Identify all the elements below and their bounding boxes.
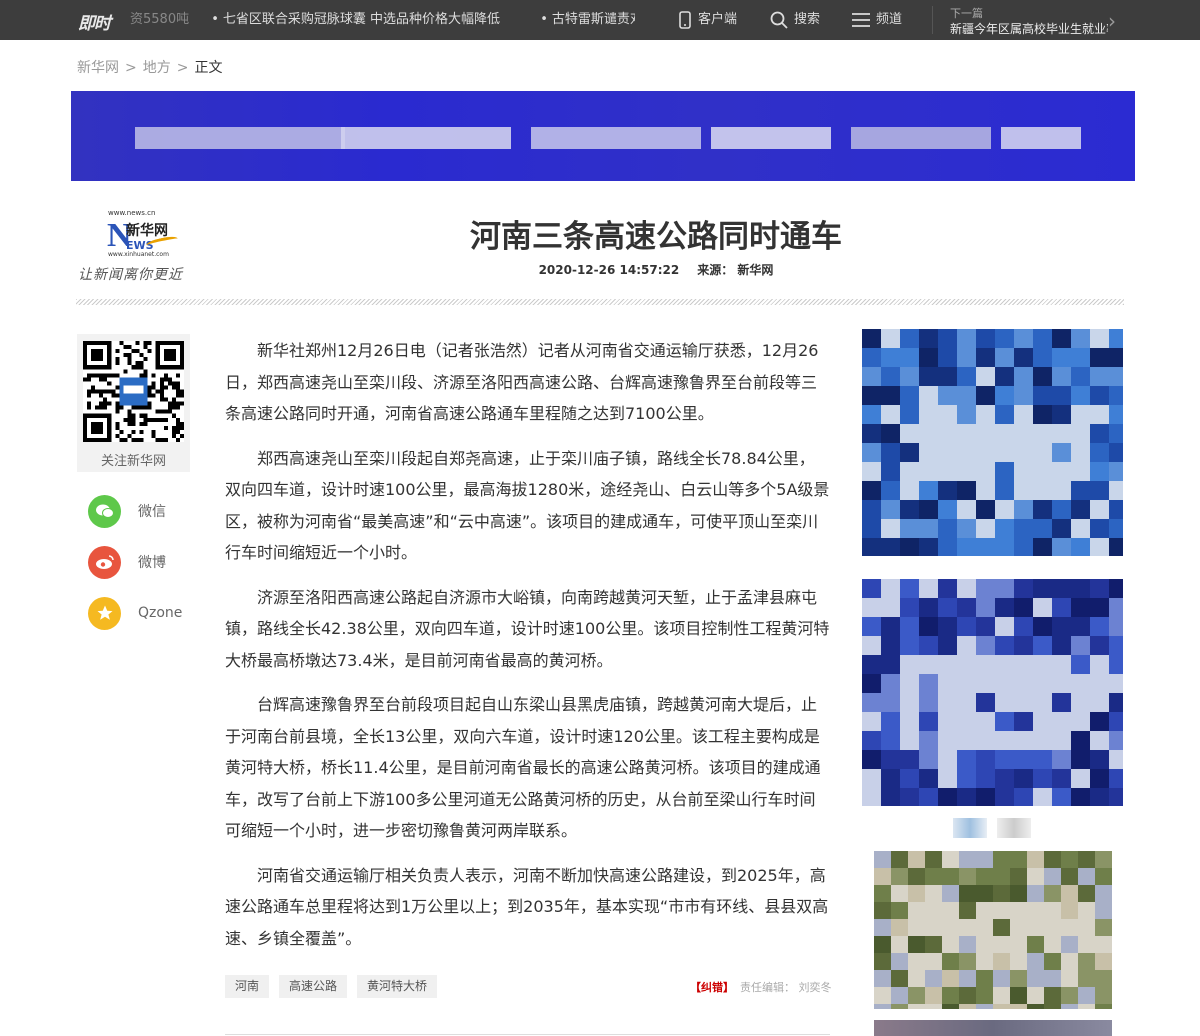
ticker-item[interactable]: 资5580吨 [130, 12, 189, 27]
next-article-label: 下一篇 [950, 7, 983, 20]
share-wechat[interactable]: 微信 [88, 494, 198, 528]
ticker-item[interactable]: •古特雷斯谴责对联合国驻 [540, 12, 635, 27]
share-qzone[interactable]: Qzone [88, 596, 198, 630]
side-photo[interactable] [874, 1020, 1112, 1036]
news-ticker: 资5580吨 •七省区联合采购冠脉球囊 中选品种价格大幅降低 •古特雷斯谴责对联… [130, 0, 635, 40]
channel-label: 频道 [876, 12, 903, 27]
breadcrumb: 新华网 > 地方 > 正文 [77, 60, 223, 76]
xinhua-logo[interactable]: www.news.cn N 新华网 EWS www.xinhuanet.com … [78, 209, 198, 284]
article-paragraph: 郑西高速尧山至栾川段起自郑尧高速，止于栾川庙子镇，路线全长78.84公里，双向四… [225, 448, 830, 563]
next-article-link[interactable]: 新疆今年区属高校毕业生就业率... [950, 20, 1108, 37]
menu-icon [852, 13, 870, 27]
qr-caption: 关注新华网 [100, 454, 166, 469]
article-paragraph: 台辉高速豫鲁界至台前段项目起自山东梁山县黑虎庙镇，跨越黄河南大堤后，止于河南台前… [225, 695, 821, 840]
share-label: 微博 [138, 555, 166, 571]
share-weibo[interactable]: 微博 [88, 545, 198, 579]
article-body: 新华社郑州12月26日电（记者张浩然）记者从河南省交通运输厅获悉，12月26日，… [225, 335, 830, 967]
correction-link[interactable]: 【纠错】 [690, 981, 734, 994]
side-photo[interactable] [874, 851, 1112, 1009]
search-label: 搜索 [794, 12, 821, 27]
breadcrumb-current: 正文 [194, 60, 223, 76]
breadcrumb-home[interactable]: 新华网 [77, 60, 119, 76]
client-label: 客户端 [698, 12, 738, 27]
qr-code-box: 关注新华网 [77, 334, 190, 472]
article-paragraph: 济源至洛阳西高速公路起自济源市大峪镇，向南跨越黄河天堑，止于孟津县麻屯镇，路线全… [225, 587, 830, 670]
editor-name: 责任编辑： 刘奕冬 [740, 981, 832, 994]
ad-banner[interactable] [71, 91, 1135, 181]
side-ad-image[interactable] [862, 329, 1123, 556]
search-icon [770, 11, 788, 29]
article-bottom-divider [225, 1034, 830, 1035]
search-link[interactable]: 搜索 [770, 0, 820, 40]
qzone-icon [88, 596, 121, 630]
tag[interactable]: 黄河特大桥 [357, 975, 438, 998]
article-paragraph: 新华社郑州12月26日电（记者张浩然）记者从河南省交通运输厅获悉，12月26日，… [225, 341, 819, 423]
ticker-item[interactable]: • 七省区联合采购冠脉球囊 中选品种价格大幅降低 [211, 12, 518, 27]
carousel-dot[interactable] [997, 818, 1031, 838]
tag[interactable]: 高速公路 [279, 975, 348, 998]
topbar-divider [932, 6, 933, 34]
publish-time: 2020-12-26 14:57:22 [538, 263, 680, 277]
instant-news-logo[interactable]: 即时 [78, 9, 111, 34]
chevron-right-icon[interactable]: › [1108, 9, 1116, 33]
slogan: 让新闻离你更近 [78, 267, 183, 283]
tag[interactable]: 河南 [225, 975, 270, 998]
carousel-dot[interactable] [953, 818, 987, 838]
share-label: 微信 [138, 504, 166, 520]
article-paragraph: 河南省交通运输厅相关负责人表示，河南不断加快高速公路建设，到2025年，高速公路… [225, 865, 829, 948]
article-title: 河南三条高速公路同时通车 [470, 219, 842, 255]
client-app-link[interactable]: 客户端 [678, 0, 737, 40]
title-divider [76, 299, 1124, 305]
article-meta: 2020-12-26 14:57:22 来源： 新华网 [300, 261, 1012, 278]
phone-icon [679, 11, 691, 29]
editor-info: 【纠错】 责任编辑： 刘奕冬 [690, 979, 832, 995]
top-bar: 即时 资5580吨 • 七省区联合采购冠脉球囊 中选品种价格大幅降低 • 古特雷斯谴… [0, 0, 1200, 40]
breadcrumb-section[interactable]: 地方 [143, 60, 171, 76]
tag-list: 河南 高速公路 黄河特大桥 [225, 975, 438, 998]
article-source: 来源： 新华网 [697, 263, 774, 277]
share-label: Qzone [138, 605, 183, 621]
wechat-icon [88, 494, 121, 528]
carousel-indicator [953, 818, 1031, 838]
side-ad-image[interactable] [862, 579, 1123, 806]
channel-menu[interactable]: 频道 [852, 0, 902, 40]
weibo-icon [88, 545, 121, 579]
qr-code [83, 341, 184, 442]
